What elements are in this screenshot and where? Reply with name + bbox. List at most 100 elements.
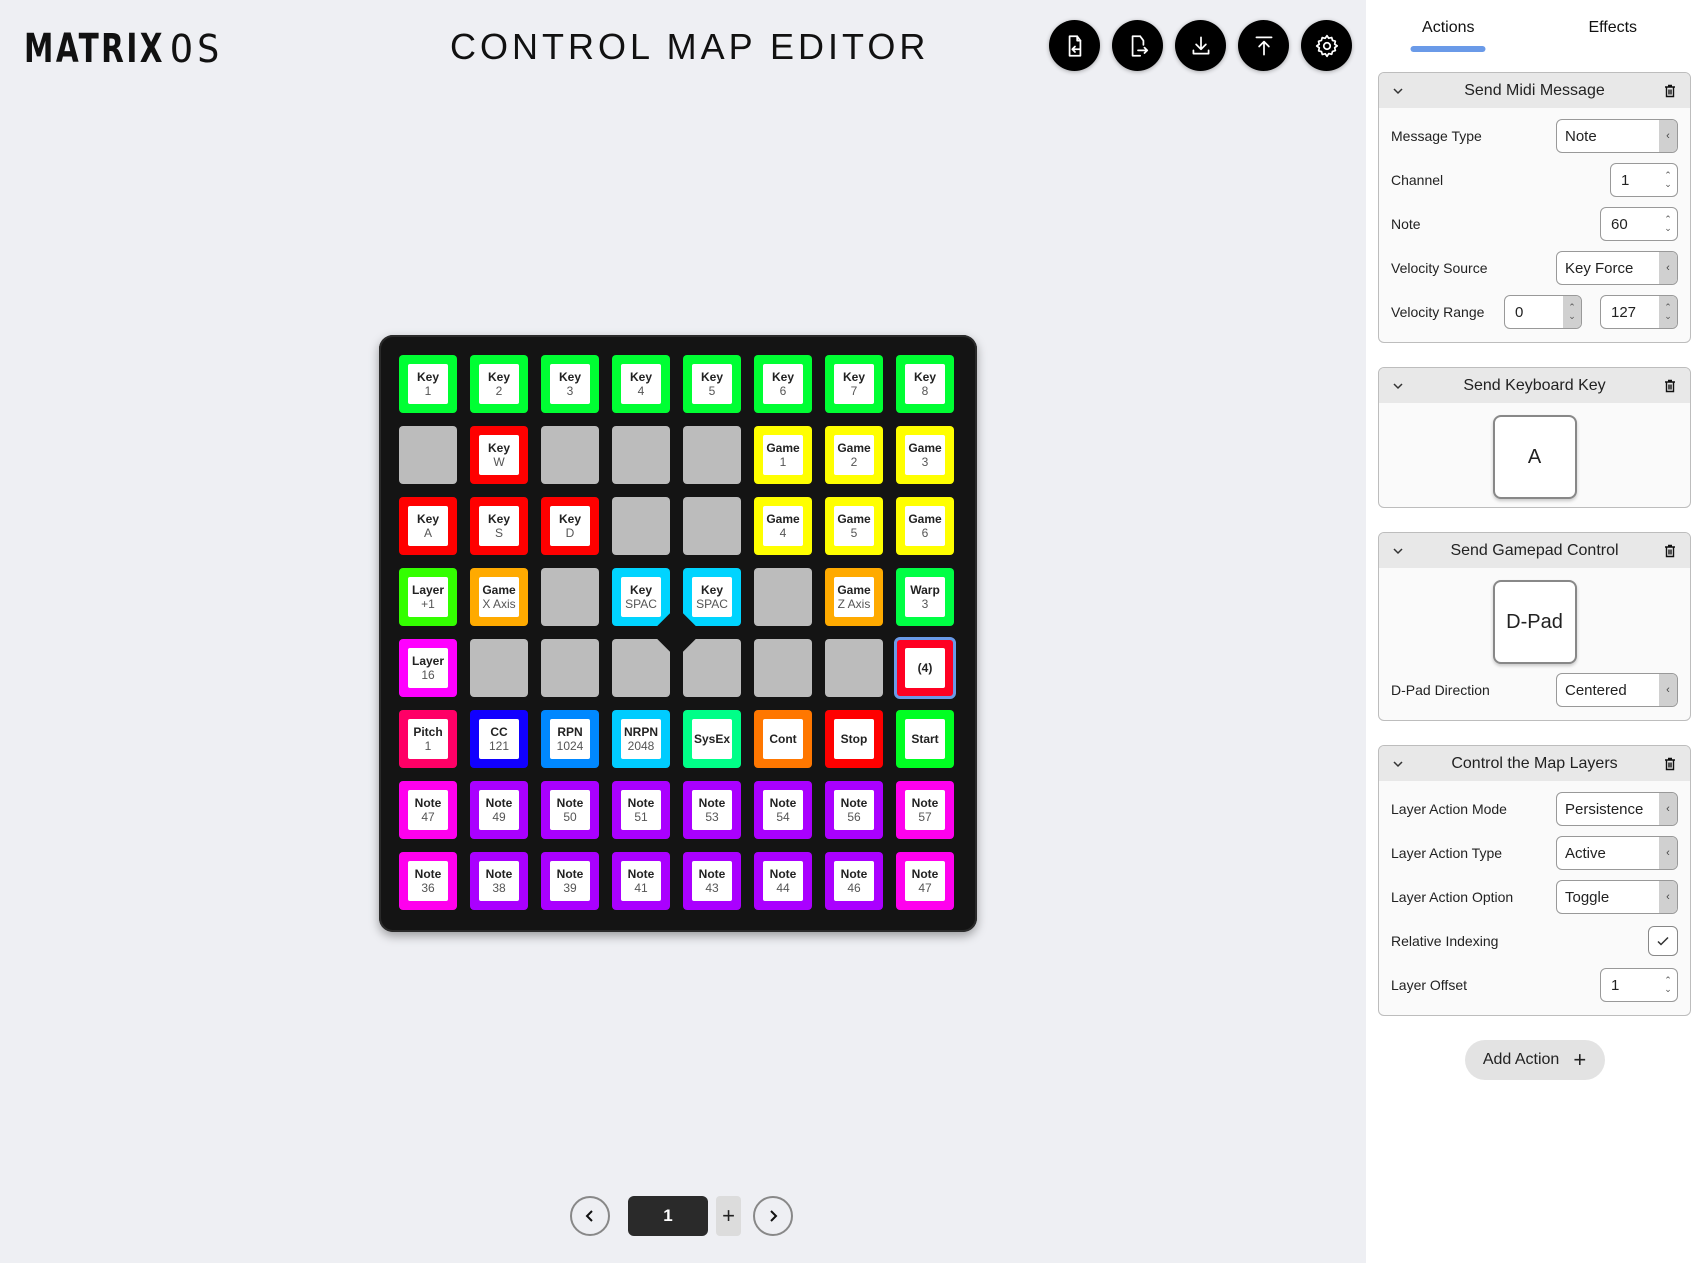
pad[interactable]: Stop xyxy=(825,710,883,768)
settings-button[interactable] xyxy=(1301,20,1352,71)
pad[interactable]: Note 47 xyxy=(399,781,457,839)
empty-pad[interactable] xyxy=(612,639,670,697)
pad[interactable]: Key W xyxy=(470,426,528,484)
pad[interactable]: Warp 3 xyxy=(896,568,954,626)
empty-pad[interactable] xyxy=(825,639,883,697)
pad[interactable]: Game 5 xyxy=(825,497,883,555)
velocity-min-stepper[interactable]: 0 ⌃ ⌄ xyxy=(1504,295,1582,329)
relative-indexing-checkbox[interactable] xyxy=(1648,926,1678,956)
empty-pad[interactable] xyxy=(683,639,741,697)
keyboard-key-picker[interactable]: A xyxy=(1492,415,1577,499)
pad[interactable]: Key 6 xyxy=(754,355,812,413)
trash-icon[interactable] xyxy=(1662,543,1678,559)
pad[interactable]: Game 3 xyxy=(896,426,954,484)
prev-layer-button[interactable] xyxy=(570,1196,610,1236)
empty-pad[interactable] xyxy=(683,426,741,484)
pad[interactable]: Note 43 xyxy=(683,852,741,910)
pad[interactable]: Key 8 xyxy=(896,355,954,413)
pad[interactable]: Note 51 xyxy=(612,781,670,839)
layer-offset-stepper[interactable]: 1 ⌃ ⌄ xyxy=(1600,968,1678,1002)
pad[interactable]: Key D xyxy=(541,497,599,555)
pad[interactable]: Key 3 xyxy=(541,355,599,413)
pad[interactable]: Game 4 xyxy=(754,497,812,555)
pad[interactable]: Note 41 xyxy=(612,852,670,910)
pad[interactable]: Note 39 xyxy=(541,852,599,910)
next-layer-button[interactable] xyxy=(753,1196,793,1236)
chevron-down-icon[interactable] xyxy=(1391,544,1405,558)
add-layer-button[interactable]: + xyxy=(716,1196,741,1236)
pad[interactable]: Key 1 xyxy=(399,355,457,413)
tab-actions[interactable]: Actions xyxy=(1366,0,1531,56)
empty-pad[interactable] xyxy=(541,426,599,484)
pad[interactable]: Pitch 1 xyxy=(399,710,457,768)
message-type-select[interactable]: Note ‹ xyxy=(1556,119,1678,153)
trash-icon[interactable] xyxy=(1662,756,1678,772)
stepper-arrows-icon[interactable]: ⌃ ⌄ xyxy=(1659,969,1677,1001)
pad[interactable]: SysEx xyxy=(683,710,741,768)
pad[interactable]: Key 4 xyxy=(612,355,670,413)
pad[interactable]: Note 36 xyxy=(399,852,457,910)
empty-pad[interactable] xyxy=(754,568,812,626)
chevron-down-icon[interactable] xyxy=(1391,757,1405,771)
note-stepper[interactable]: 60 ⌃ ⌄ xyxy=(1600,207,1678,241)
gamepad-control-picker[interactable]: D-Pad xyxy=(1492,580,1577,664)
pad[interactable]: Key SPAC xyxy=(612,568,670,626)
empty-pad[interactable] xyxy=(612,497,670,555)
pad[interactable]: Game X Axis xyxy=(470,568,528,626)
layer-mode-select[interactable]: Persistence ‹ xyxy=(1556,792,1678,826)
layer-option-select[interactable]: Toggle ‹ xyxy=(1556,880,1678,914)
add-action-button[interactable]: Add Action + xyxy=(1464,1040,1605,1080)
pad[interactable]: Note 38 xyxy=(470,852,528,910)
pad[interactable]: Note 53 xyxy=(683,781,741,839)
empty-pad[interactable] xyxy=(754,639,812,697)
pad[interactable]: Game 2 xyxy=(825,426,883,484)
layer-type-select[interactable]: Active ‹ xyxy=(1556,836,1678,870)
trash-icon[interactable] xyxy=(1662,378,1678,394)
chevron-down-icon[interactable] xyxy=(1391,84,1405,98)
upload-button[interactable] xyxy=(1238,20,1289,71)
pad[interactable]: Note 50 xyxy=(541,781,599,839)
stepper-arrows-icon[interactable]: ⌃ ⌄ xyxy=(1659,164,1677,196)
import-file-button[interactable] xyxy=(1049,20,1100,71)
pad[interactable]: Note 49 xyxy=(470,781,528,839)
pad[interactable]: Key 5 xyxy=(683,355,741,413)
pad[interactable]: Cont xyxy=(754,710,812,768)
selected-pad[interactable]: (4) xyxy=(894,637,956,699)
pad[interactable]: Key SPAC xyxy=(683,568,741,626)
channel-stepper[interactable]: 1 ⌃ ⌄ xyxy=(1610,163,1678,197)
pad[interactable]: Game Z Axis xyxy=(825,568,883,626)
pad[interactable]: Note 46 xyxy=(825,852,883,910)
pad[interactable]: Note 56 xyxy=(825,781,883,839)
velocity-max-stepper[interactable]: 127 ⌃ ⌄ xyxy=(1600,295,1678,329)
empty-pad[interactable] xyxy=(683,497,741,555)
stepper-arrows-icon[interactable]: ⌃ ⌄ xyxy=(1659,296,1677,328)
chevron-down-icon[interactable] xyxy=(1391,379,1405,393)
pad[interactable]: Layer +1 xyxy=(399,568,457,626)
empty-pad[interactable] xyxy=(541,639,599,697)
dpad-direction-select[interactable]: Centered ‹ xyxy=(1556,673,1678,707)
pad[interactable]: Key 2 xyxy=(470,355,528,413)
pad[interactable]: Start xyxy=(896,710,954,768)
empty-pad[interactable] xyxy=(470,639,528,697)
pad[interactable]: NRPN 2048 xyxy=(612,710,670,768)
pad[interactable]: Note 44 xyxy=(754,852,812,910)
pad[interactable]: Note 54 xyxy=(754,781,812,839)
pad[interactable]: Key S xyxy=(470,497,528,555)
pad[interactable]: Note 57 xyxy=(896,781,954,839)
stepper-arrows-icon[interactable]: ⌃ ⌄ xyxy=(1563,296,1581,328)
empty-pad[interactable] xyxy=(541,568,599,626)
stepper-arrows-icon[interactable]: ⌃ ⌄ xyxy=(1659,208,1677,240)
pad[interactable]: Layer 16 xyxy=(399,639,457,697)
pad[interactable]: CC 121 xyxy=(470,710,528,768)
pad[interactable]: Key 7 xyxy=(825,355,883,413)
export-file-button[interactable] xyxy=(1112,20,1163,71)
pad[interactable]: Game 1 xyxy=(754,426,812,484)
pad[interactable]: Note 47 xyxy=(896,852,954,910)
pad[interactable]: RPN 1024 xyxy=(541,710,599,768)
empty-pad[interactable] xyxy=(399,426,457,484)
tab-effects[interactable]: Effects xyxy=(1531,0,1695,56)
pad[interactable]: Game 6 xyxy=(896,497,954,555)
download-button[interactable] xyxy=(1175,20,1226,71)
empty-pad[interactable] xyxy=(612,426,670,484)
pad[interactable]: Key A xyxy=(399,497,457,555)
